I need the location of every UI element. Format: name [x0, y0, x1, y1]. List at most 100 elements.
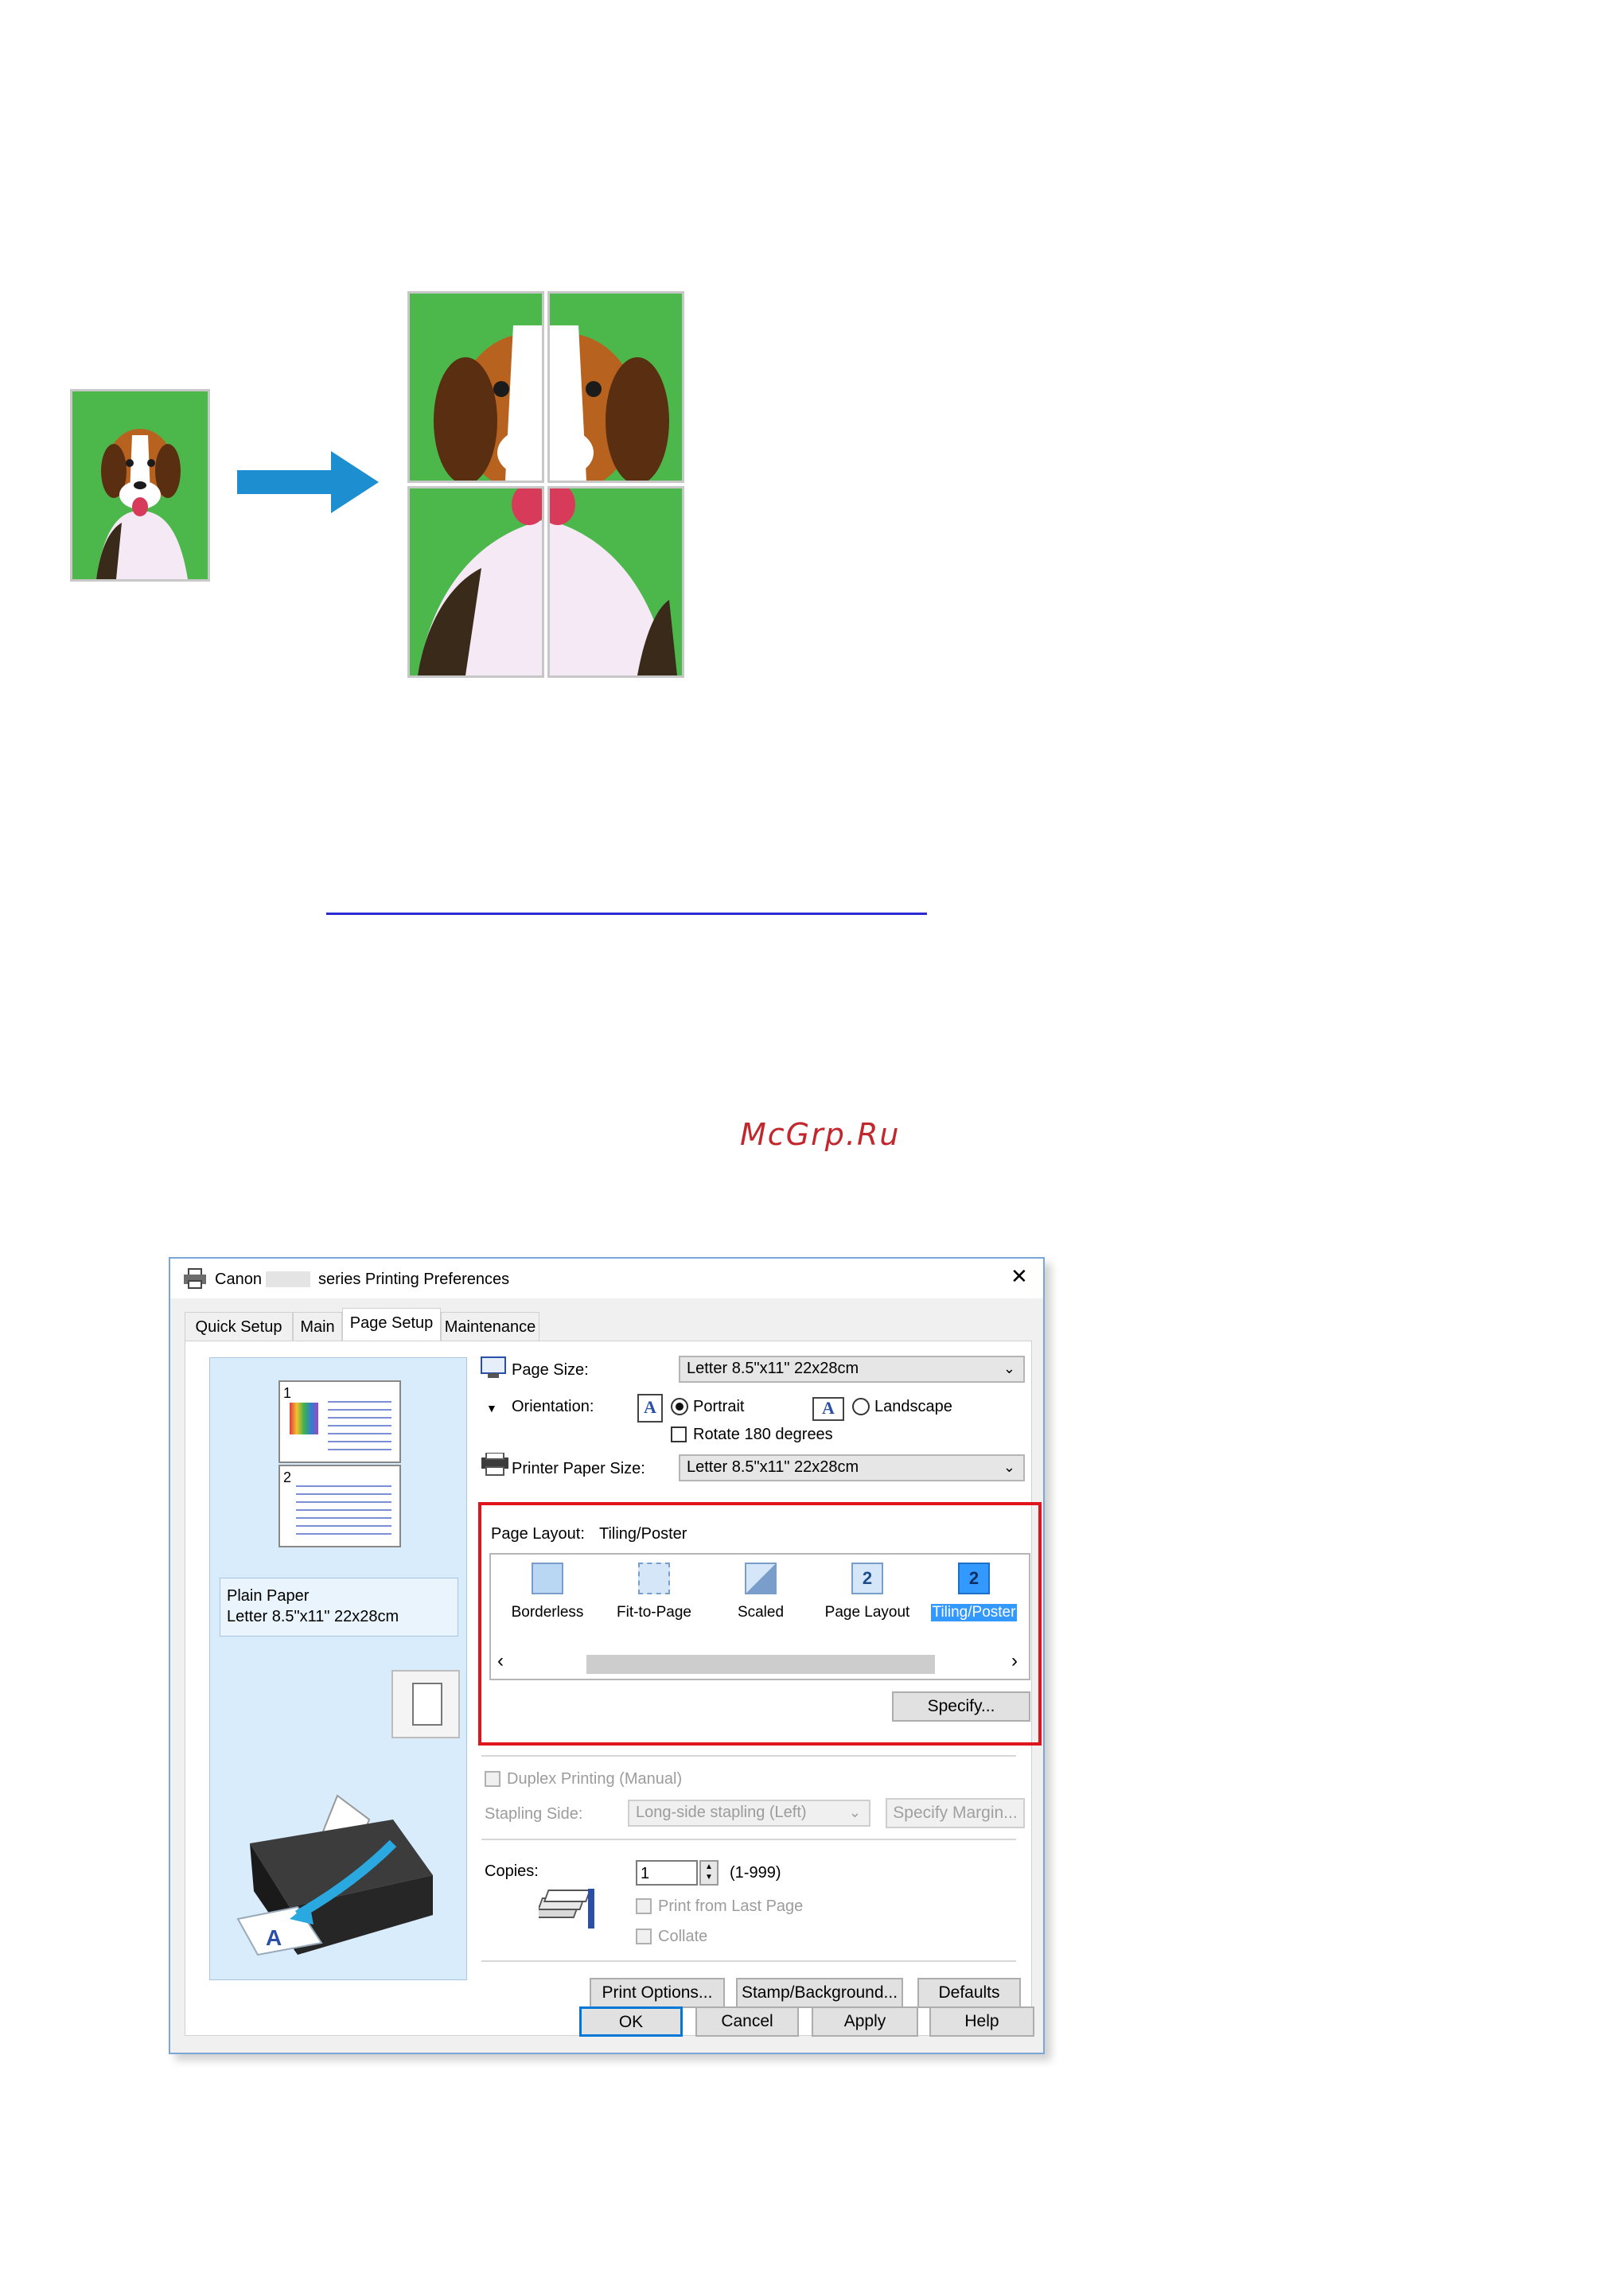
preview-page-2-number: 2 — [283, 1469, 292, 1485]
layout-fit-to-page-label: Fit-to-Page — [617, 1604, 691, 1621]
landscape-label: Landscape — [874, 1398, 952, 1415]
tab-quick-setup[interactable]: Quick Setup — [185, 1312, 293, 1341]
page-size-select[interactable]: Letter 8.5"x11" 22x28cm ⌄ — [679, 1356, 1025, 1383]
watermark: McGrp.Ru — [740, 1117, 901, 1152]
print-from-last-page-label: Print from Last Page — [658, 1897, 804, 1915]
collate-checkbox[interactable] — [636, 1929, 652, 1944]
separator-2 — [481, 1839, 1016, 1840]
printer-paper-size-value: Letter 8.5"x11" 22x28cm — [687, 1458, 859, 1476]
preview-page-1-number: 1 — [283, 1385, 292, 1401]
copies-stepper[interactable]: ▲ ▼ — [699, 1860, 719, 1886]
tab-panel: 1 2 Plain Paper Letter 8.5"x11" 22x28cm — [185, 1341, 1042, 2036]
duplex-checkbox[interactable] — [485, 1771, 500, 1787]
copies-label: Copies: — [485, 1862, 539, 1880]
collate-label: Collate — [658, 1928, 708, 1945]
duplex-label: Duplex Printing (Manual) — [507, 1770, 683, 1788]
layout-tiling-poster-label: Tiling/Poster — [930, 1604, 1018, 1621]
preview-text-lines — [328, 1395, 391, 1454]
borderless-icon — [532, 1563, 563, 1594]
ok-button[interactable]: OK — [579, 2006, 683, 2037]
page-size-value: Letter 8.5"x11" 22x28cm — [687, 1360, 859, 1377]
layout-borderless[interactable]: Borderless — [496, 1563, 599, 1642]
scroll-left-icon[interactable]: ‹ — [497, 1652, 504, 1671]
scroll-right-icon[interactable]: › — [1011, 1652, 1018, 1671]
page-size-label: Page Size: — [512, 1361, 589, 1379]
dialog-title-suffix: series Printing Preferences — [318, 1271, 510, 1288]
media-size: Letter 8.5"x11" 22x28cm — [227, 1608, 399, 1625]
layout-scaled-label: Scaled — [737, 1604, 785, 1621]
specify-button[interactable]: Specify... — [892, 1691, 1030, 1722]
poster-tiles — [407, 291, 684, 678]
link-underline[interactable] — [326, 913, 927, 915]
svg-text:A: A — [266, 1925, 282, 1950]
copies-value: 1 — [641, 1865, 650, 1882]
poster-tile-top-left — [407, 291, 544, 483]
paper-orientation-icon[interactable] — [391, 1670, 460, 1738]
copies-range: (1-999) — [730, 1864, 781, 1882]
close-icon[interactable]: ✕ — [1011, 1266, 1028, 1286]
cancel-button[interactable]: Cancel — [695, 2006, 799, 2037]
page-layout-icon: 2 — [851, 1563, 883, 1594]
copies-stack-icon — [539, 1889, 594, 1929]
printer-icon — [184, 1268, 206, 1289]
portrait-icon: A — [637, 1394, 663, 1423]
chevron-down-icon: ⌄ — [848, 1804, 861, 1820]
printer-paper-size-label: Printer Paper Size: — [512, 1460, 645, 1477]
stapling-side-select[interactable]: Long-side stapling (Left) ⌄ — [628, 1800, 870, 1827]
dog-image — [72, 391, 208, 579]
scaled-icon — [745, 1563, 777, 1594]
apply-button[interactable]: Apply — [812, 2006, 918, 2037]
print-from-last-page-checkbox[interactable] — [636, 1898, 652, 1914]
preview-page-2: 2 — [278, 1465, 401, 1547]
page-layout-value: Tiling/Poster — [599, 1525, 687, 1543]
stapling-side-value: Long-side stapling (Left) — [636, 1804, 807, 1821]
stamp-background-button[interactable]: Stamp/Background... — [736, 1978, 903, 2008]
chevron-down-icon: ⌄ — [1003, 1360, 1015, 1376]
specify-margin-button[interactable]: Specify Margin... — [886, 1798, 1025, 1828]
preview-pane: 1 2 Plain Paper Letter 8.5"x11" 22x28cm — [209, 1357, 467, 1980]
tiling-poster-icon: 2 — [958, 1563, 990, 1594]
title-bar: Canon series Printing Preferences ✕ — [170, 1259, 1043, 1298]
dialog-title-prefix: Canon — [215, 1271, 262, 1288]
layout-tiling-poster[interactable]: 2 Tiling/Poster — [922, 1563, 1026, 1642]
copies-input[interactable]: 1 — [636, 1860, 698, 1886]
preview-color-bars — [290, 1403, 318, 1434]
layout-scaled[interactable]: Scaled — [709, 1563, 812, 1642]
printing-preferences-dialog: Canon series Printing Preferences ✕ Quic… — [169, 1257, 1045, 2054]
page-layout-label: Page Layout: — [491, 1525, 585, 1543]
rotate-180-label: Rotate 180 degrees — [693, 1426, 833, 1443]
help-button[interactable]: Help — [929, 2006, 1034, 2037]
preview-page-1: 1 — [278, 1380, 401, 1463]
layout-page-layout[interactable]: 2 Page Layout — [816, 1563, 919, 1642]
layout-borderless-label: Borderless — [511, 1604, 584, 1621]
preview-text-lines-2 — [296, 1479, 391, 1538]
print-options-button[interactable]: Print Options... — [590, 1978, 725, 2008]
poster-tile-bottom-right — [547, 486, 684, 678]
source-photo — [70, 389, 210, 582]
layout-page-layout-label: Page Layout — [824, 1604, 910, 1621]
landscape-radio[interactable] — [852, 1398, 870, 1415]
layout-fit-to-page[interactable]: Fit-to-Page — [602, 1563, 706, 1642]
portrait-radio[interactable] — [671, 1398, 688, 1415]
tab-maintenance[interactable]: Maintenance — [441, 1312, 539, 1341]
arrow-right-icon — [237, 451, 379, 513]
tab-page-setup[interactable]: Page Setup — [342, 1308, 441, 1341]
horizontal-scrollbar-thumb[interactable] — [586, 1655, 935, 1674]
defaults-button[interactable]: Defaults — [917, 1978, 1021, 2008]
media-type: Plain Paper — [227, 1587, 310, 1605]
orientation-bullet: ▼ — [486, 1402, 497, 1415]
orientation-label: Orientation: — [512, 1398, 594, 1415]
portrait-label: Portrait — [693, 1398, 745, 1415]
printer-paper-size-select[interactable]: Letter 8.5"x11" 22x28cm ⌄ — [679, 1454, 1025, 1481]
separator-1 — [481, 1755, 1016, 1757]
page-size-icon — [481, 1356, 506, 1378]
separator-3 — [481, 1960, 1016, 1962]
stapling-side-label: Stapling Side: — [485, 1805, 583, 1823]
printer-illustration-icon: A — [236, 1794, 433, 1956]
media-info-box: Plain Paper Letter 8.5"x11" 22x28cm — [220, 1578, 458, 1637]
rotate-180-checkbox[interactable] — [671, 1426, 687, 1442]
page-layout-highlight: Page Layout: Tiling/Poster Borderless Fi… — [478, 1502, 1042, 1746]
printer-paper-size-icon — [481, 1453, 508, 1476]
tab-main[interactable]: Main — [293, 1312, 342, 1341]
page-layout-list: Borderless Fit-to-Page Scaled 2 Page Lay… — [489, 1553, 1030, 1680]
